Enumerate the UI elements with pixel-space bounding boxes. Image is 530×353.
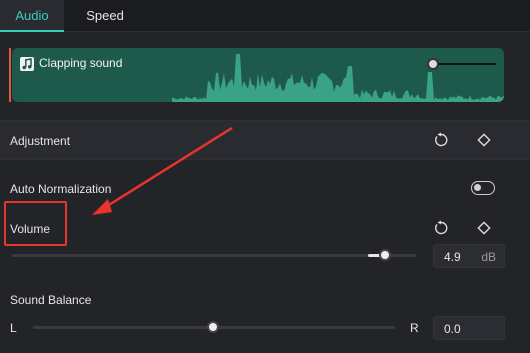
balance-slider-handle[interactable]	[207, 321, 219, 333]
tab-audio[interactable]: Audio	[0, 0, 64, 32]
balance-left-label: L	[10, 321, 17, 335]
playhead-marker	[9, 48, 11, 102]
reset-adjustment-icon[interactable]	[433, 132, 449, 148]
divider	[0, 159, 530, 160]
reset-volume-icon[interactable]	[433, 220, 449, 236]
volume-slider-handle[interactable]	[379, 249, 391, 261]
volume-slider-track[interactable]	[12, 254, 416, 257]
balance-right-label: R	[410, 321, 419, 335]
tab-bar: Audio Speed	[0, 0, 530, 32]
auto-normalization-toggle[interactable]	[471, 181, 495, 195]
music-note-icon	[20, 57, 34, 71]
audio-clip-waveform[interactable]: Clapping sound	[12, 48, 504, 102]
clip-volume-line	[432, 63, 496, 65]
auto-normalization-label: Auto Normalization	[10, 182, 112, 196]
balance-value: 0.0	[444, 322, 461, 336]
tab-speed[interactable]: Speed	[72, 0, 138, 32]
volume-unit: dB	[481, 250, 496, 264]
clip-name: Clapping sound	[39, 56, 123, 70]
sound-balance-label: Sound Balance	[10, 293, 92, 307]
toggle-knob	[474, 184, 481, 191]
keyframe-volume-icon[interactable]	[476, 220, 492, 236]
keyframe-adjustment-icon[interactable]	[476, 132, 492, 148]
volume-label: Volume	[10, 222, 51, 236]
volume-value: 4.9	[444, 250, 461, 264]
clip-volume-handle[interactable]	[427, 58, 439, 70]
adjustment-header: Adjustment	[0, 121, 530, 159]
volume-value-field[interactable]: 4.9 dB	[433, 244, 505, 268]
balance-value-field[interactable]: 0.0	[433, 316, 505, 340]
adjustment-label: Adjustment	[10, 134, 71, 148]
audio-panel: Audio Speed Clapping sound Adjustment Au…	[0, 0, 530, 353]
